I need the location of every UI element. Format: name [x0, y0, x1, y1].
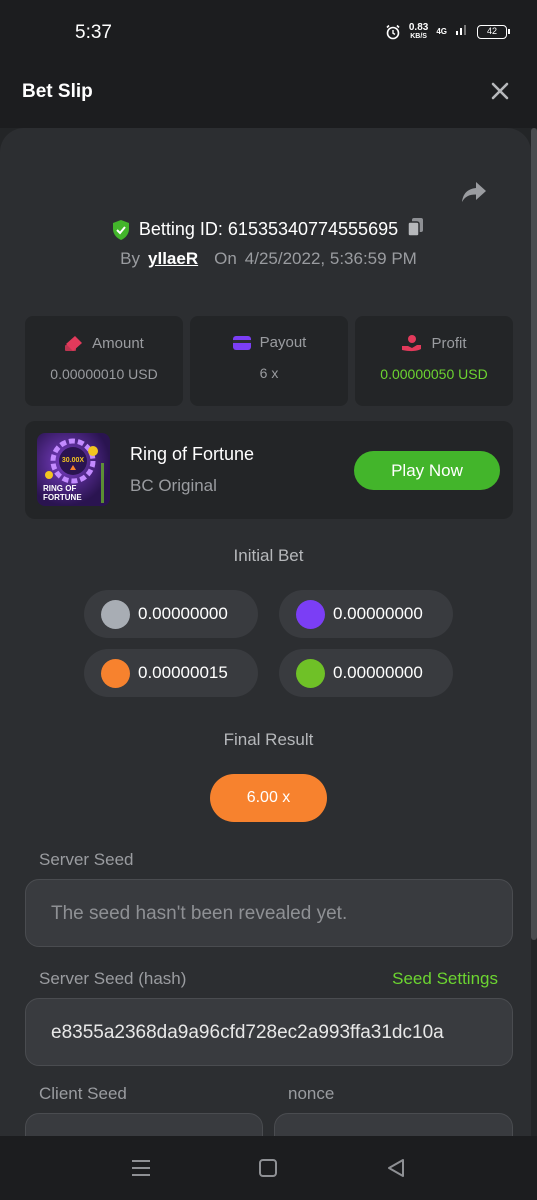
- bet-chip-green: 0.00000000: [279, 649, 453, 697]
- by-label: By: [120, 249, 141, 268]
- status-time: 5:37: [75, 22, 112, 43]
- copy-icon: [407, 218, 424, 237]
- share-button[interactable]: [460, 180, 488, 204]
- final-result-badge: 6.00 x: [210, 774, 327, 822]
- bet-chip-silver: 0.00000000: [84, 590, 258, 638]
- network-type: 4G: [436, 26, 447, 36]
- shield-check-icon: [112, 219, 129, 240]
- username-link[interactable]: yllaeR: [148, 249, 198, 269]
- menu-icon: [132, 1160, 150, 1176]
- nonce-field[interactable]: [274, 1113, 513, 1136]
- recent-apps-button[interactable]: [129, 1156, 153, 1180]
- thumb-title-1: RING OF: [43, 484, 76, 493]
- stat-amount: Amount 0.00000010 USD: [25, 316, 183, 406]
- on-label: On: [214, 249, 237, 268]
- client-seed-label: Client Seed: [39, 1084, 127, 1103]
- server-seed-field[interactable]: The seed hasn't been revealed yet.: [25, 879, 513, 947]
- status-icons: 0.83 KB/S 4G 42: [385, 21, 510, 41]
- close-button[interactable]: [489, 80, 511, 102]
- by-row: By yllaeR On 4/25/2022, 5:36:59 PM: [0, 249, 531, 269]
- seed-settings-link[interactable]: Seed Settings: [392, 969, 498, 989]
- stat-value: 0.00000010 USD: [50, 366, 158, 382]
- server-seed-hash-field[interactable]: e8355a2368da9a96cfd728ec2a993ffa31dc10a: [25, 998, 513, 1066]
- scrollbar[interactable]: [531, 128, 537, 940]
- server-seed-value: The seed hasn't been revealed yet.: [51, 903, 348, 924]
- battery-icon: 42: [477, 24, 510, 39]
- game-subtitle: BC Original: [130, 476, 217, 495]
- coin-icon: [296, 599, 325, 629]
- stat-label: Amount: [92, 334, 144, 352]
- home-button[interactable]: [256, 1156, 280, 1180]
- money-stack-icon: [65, 336, 83, 351]
- game-card: 30.00X RING OF FORTUNE Ring of Fortune B…: [25, 421, 513, 519]
- copy-button[interactable]: [406, 216, 426, 243]
- header: Bet Slip: [0, 56, 537, 128]
- betting-id-row: Betting ID: 61535340774555695: [0, 216, 531, 243]
- bet-slip-panel: Betting ID: 61535340774555695 By yllaeR …: [0, 128, 531, 1136]
- share-icon: [462, 182, 486, 202]
- network-speed: 0.83 KB/S: [408, 21, 429, 41]
- back-triangle-icon: [388, 1159, 404, 1177]
- signal-icon: [455, 22, 469, 41]
- coin-icon: [101, 658, 130, 688]
- thumb-title-2: FORTUNE: [43, 493, 82, 502]
- chip-value: 0.00000015: [138, 663, 228, 682]
- coin-icon: [101, 599, 130, 629]
- thumb-multiplier: 30.00X: [62, 457, 85, 464]
- server-seed-hash-label: Server Seed (hash): [39, 969, 187, 988]
- home-square-icon: [259, 1159, 277, 1177]
- game-thumbnail[interactable]: 30.00X RING OF FORTUNE: [37, 433, 110, 506]
- hand-coin-icon: [402, 335, 422, 352]
- initial-bet-title: Initial Bet: [233, 546, 304, 565]
- stat-payout: Payout 6 x: [190, 316, 348, 406]
- nonce-label: nonce: [288, 1084, 335, 1103]
- alarm-icon: [385, 24, 401, 40]
- card-icon: [232, 335, 251, 350]
- client-seed-field[interactable]: [25, 1113, 263, 1136]
- bet-datetime: 4/25/2022, 5:36:59 PM: [244, 249, 417, 268]
- stat-value: 0.00000050 USD: [380, 366, 488, 382]
- stat-label: Profit: [431, 334, 467, 352]
- server-seed-label: Server Seed: [39, 850, 134, 869]
- chip-value: 0.00000000: [333, 604, 423, 623]
- play-now-button[interactable]: Play Now: [354, 451, 500, 490]
- coin-icon: [296, 658, 325, 688]
- status-bar: 5:37 0.83 KB/S 4G 42: [0, 0, 537, 56]
- final-result-title: Final Result: [223, 730, 314, 749]
- system-nav-bar: [0, 1136, 537, 1200]
- game-name: Ring of Fortune: [130, 444, 255, 464]
- speed-value: 0.83: [408, 21, 429, 33]
- speed-unit: KB/S: [410, 32, 427, 40]
- server-seed-hash-value: e8355a2368da9a96cfd728ec2a993ffa31dc10a: [51, 1022, 444, 1043]
- stat-label: Payout: [259, 334, 307, 351]
- betting-id: Betting ID: 61535340774555695: [138, 219, 399, 239]
- chip-value: 0.00000000: [333, 663, 423, 682]
- chip-value: 0.00000000: [138, 604, 228, 623]
- stats-row: Amount 0.00000010 USD Payout 6 x Profit …: [25, 316, 513, 406]
- bet-chip-orange: 0.00000015: [84, 649, 258, 697]
- page-title: Bet Slip: [22, 81, 93, 102]
- stat-profit: Profit 0.00000050 USD: [355, 316, 513, 406]
- back-button[interactable]: [384, 1156, 408, 1180]
- close-icon: [491, 82, 509, 100]
- ring-of-fortune-logo: 30.00X RING OF FORTUNE: [43, 438, 104, 503]
- stat-value: 6 x: [259, 365, 279, 381]
- bet-chip-purple: 0.00000000: [279, 590, 453, 638]
